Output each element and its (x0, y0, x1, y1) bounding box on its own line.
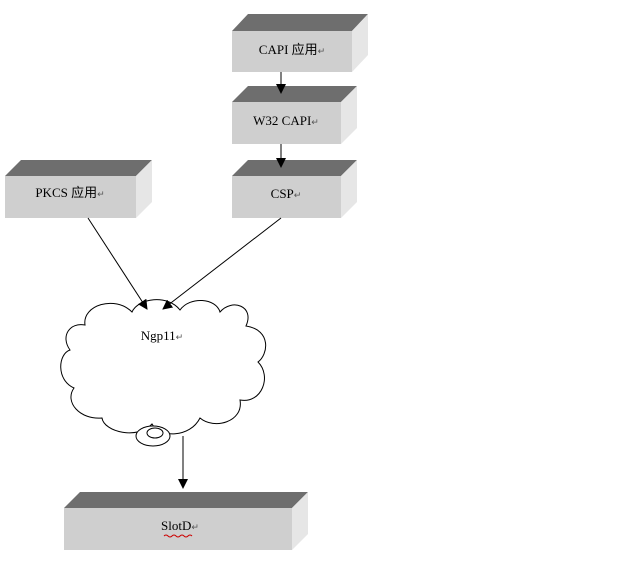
ngp11-cloud-outline (60, 299, 266, 435)
w32-capi-label: W32 CAPI↵ (253, 113, 319, 128)
csp-box: CSP↵ (232, 160, 357, 218)
csp-box-top (232, 160, 357, 176)
paragraph-mark: ↵ (311, 118, 319, 128)
pkcs-app-label: PKCS 应用↵ (35, 185, 104, 200)
diagram-canvas: CAPI 应用↵ W32 CAPI↵ CSP↵ PKCS 应用↵ SlotD↵ … (0, 0, 640, 561)
ngp11-cloud: Ngp11↵ (60, 299, 266, 447)
capi-app-box: CAPI 应用↵ (232, 14, 368, 72)
paragraph-mark: ↵ (294, 191, 302, 201)
slotd-box: SlotD↵ (64, 492, 308, 550)
edge-csp-to-ngp11 (162, 217, 282, 310)
w32-capi-box: W32 CAPI↵ (232, 86, 357, 144)
cloud-tail-inner (146, 427, 164, 439)
slotd-box-top (64, 492, 308, 508)
paragraph-mark: ↵ (176, 333, 184, 343)
edge-pkcs-app-to-ngp11 (87, 217, 148, 310)
capi-app-label: CAPI 应用↵ (259, 42, 325, 57)
w32-capi-box-top (232, 86, 357, 102)
pkcs-app-box: PKCS 应用↵ (5, 160, 152, 218)
pkcs-app-box-top (5, 160, 152, 176)
capi-app-box-top (232, 14, 368, 31)
paragraph-mark: ↵ (191, 523, 199, 533)
paragraph-mark: ↵ (318, 47, 326, 57)
paragraph-mark: ↵ (97, 190, 105, 200)
diagram-svg: CAPI 应用↵ W32 CAPI↵ CSP↵ PKCS 应用↵ SlotD↵ … (5, 14, 368, 550)
